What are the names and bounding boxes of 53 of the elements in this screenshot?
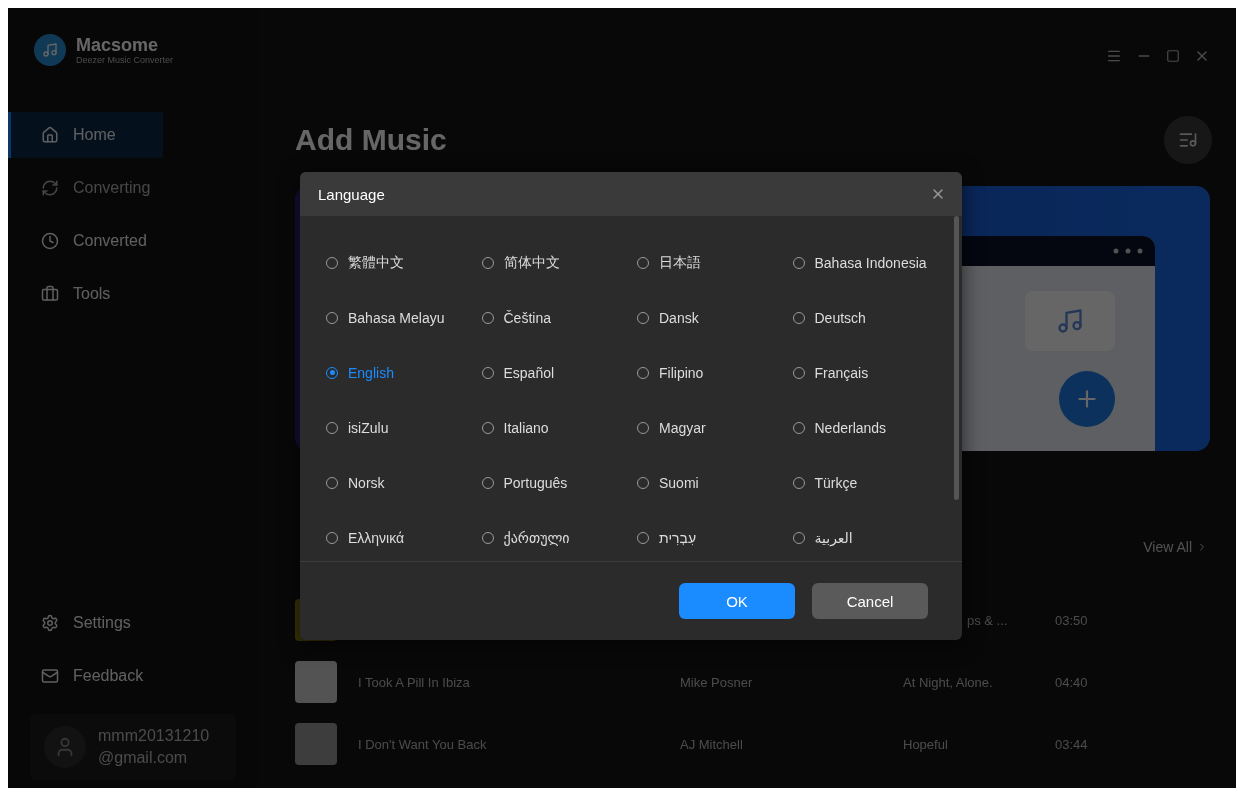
playlist-icon bbox=[1178, 130, 1198, 150]
language-option[interactable]: ქართული bbox=[481, 510, 637, 565]
music-note-icon bbox=[1056, 307, 1084, 335]
language-option[interactable]: Português bbox=[481, 455, 637, 510]
language-option[interactable]: English bbox=[326, 345, 482, 400]
scrollbar-thumb[interactable] bbox=[954, 216, 959, 500]
refresh-icon bbox=[41, 179, 59, 197]
language-option[interactable]: Čeština bbox=[481, 290, 637, 345]
track-album: Hopeful bbox=[903, 736, 949, 752]
dots-icon bbox=[1113, 248, 1143, 254]
language-option[interactable]: العربية bbox=[792, 510, 948, 565]
language-option[interactable]: Ελληνικά bbox=[326, 510, 482, 565]
track-duration: 03:50 bbox=[1055, 612, 1089, 628]
settings-icon bbox=[41, 614, 59, 632]
language-option[interactable]: Bahasa Indonesia bbox=[792, 235, 948, 290]
home-icon bbox=[41, 126, 59, 144]
language-option[interactable]: isiZulu bbox=[326, 400, 482, 455]
language-option[interactable]: Magyar bbox=[637, 400, 793, 455]
language-option[interactable]: Bahasa Melayu bbox=[326, 290, 482, 345]
track-album: ps & ... bbox=[966, 612, 1009, 628]
language-option[interactable]: 繁體中文 bbox=[326, 235, 482, 290]
language-option[interactable]: Italiano bbox=[481, 400, 637, 455]
track-artist: Mike Posner bbox=[680, 674, 754, 690]
logo-icon bbox=[34, 34, 66, 66]
cancel-button[interactable]: Cancel bbox=[812, 583, 928, 619]
briefcase-icon bbox=[41, 285, 59, 303]
language-option[interactable]: Nederlands bbox=[792, 400, 948, 455]
clock-icon bbox=[41, 232, 59, 250]
language-option[interactable]: עִבְרִית bbox=[637, 510, 793, 565]
mail-icon bbox=[41, 667, 59, 685]
album-cover bbox=[295, 661, 337, 703]
account-email: @gmail.com bbox=[98, 748, 189, 768]
language-option[interactable]: Français bbox=[792, 345, 948, 400]
dialog-title: Language bbox=[318, 185, 385, 203]
language-option[interactable]: 日本語 bbox=[637, 235, 793, 290]
track-duration: 03:44 bbox=[1055, 736, 1089, 752]
track-artist: AJ Mitchell bbox=[680, 736, 744, 752]
avatar-icon bbox=[44, 726, 86, 768]
track-album: At Night, Alone. bbox=[903, 674, 994, 690]
language-option[interactable]: 简体中文 bbox=[481, 235, 637, 290]
language-option[interactable]: Dansk bbox=[637, 290, 793, 345]
playlist-button[interactable] bbox=[1164, 116, 1212, 164]
language-option[interactable]: Suomi bbox=[637, 455, 793, 510]
account-email: mmm20131210 bbox=[98, 726, 210, 746]
language-option[interactable]: Türkçe bbox=[792, 455, 948, 510]
page-title: Add Music bbox=[295, 123, 447, 157]
language-option[interactable]: Deutsch bbox=[792, 290, 948, 345]
language-option[interactable]: Español bbox=[481, 345, 637, 400]
track-duration: 04:40 bbox=[1055, 674, 1089, 690]
language-option[interactable]: Filipino bbox=[637, 345, 793, 400]
album-cover bbox=[295, 723, 337, 765]
language-option[interactable]: Norsk bbox=[326, 455, 482, 510]
app-name: Macsome bbox=[76, 35, 160, 55]
